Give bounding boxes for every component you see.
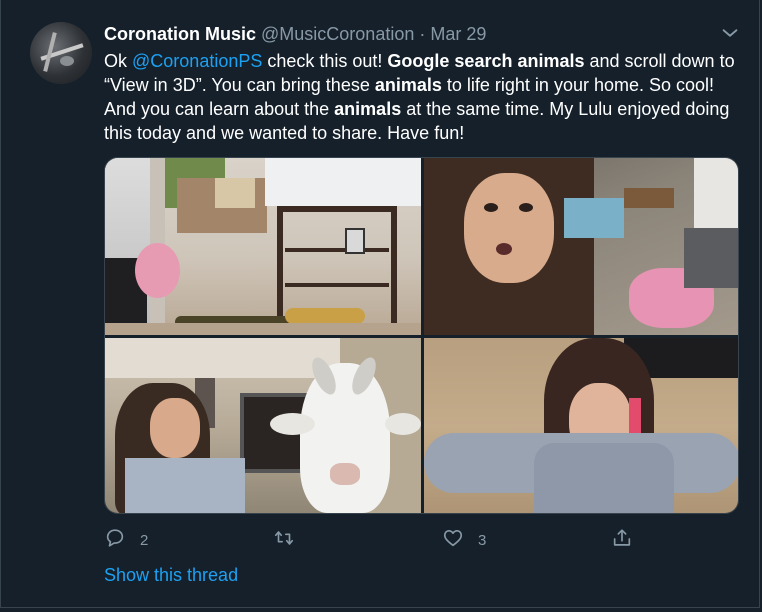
media-photo-4[interactable] <box>424 338 738 513</box>
reply-button[interactable]: 2 <box>104 525 148 555</box>
action-bar: 2 3 <box>1 525 761 555</box>
media-photo-3[interactable] <box>105 338 421 513</box>
photo-table <box>624 188 674 208</box>
photo-table <box>215 178 255 208</box>
author-name[interactable]: Coronation Music <box>104 24 256 44</box>
photo-cage <box>265 158 421 206</box>
retweet-button[interactable] <box>273 525 309 555</box>
photo-face <box>150 398 200 458</box>
photo-mouth <box>496 243 512 255</box>
photo-shirt <box>534 443 674 513</box>
retweet-icon <box>273 527 295 553</box>
bold-text: animals <box>374 75 442 95</box>
photo-goat-ear <box>385 413 421 435</box>
photo-eye <box>484 203 498 212</box>
photo-snake-body <box>285 308 365 324</box>
media-photo-1[interactable] <box>105 158 421 335</box>
photo-shelf-board <box>285 283 389 287</box>
text-part: Ok <box>104 51 133 71</box>
text-part: check this out! <box>262 51 388 71</box>
media-photo-2[interactable] <box>424 158 738 335</box>
like-icon <box>442 527 464 553</box>
like-button[interactable]: 3 <box>442 525 486 555</box>
tweet-header: Coronation Music @MusicCoronation · Mar … <box>104 23 486 45</box>
bold-text: animals <box>334 99 402 119</box>
show-thread-link[interactable]: Show this thread <box>104 565 238 586</box>
avatar-drum <box>60 56 74 66</box>
tweet-date[interactable]: Mar 29 <box>430 24 486 44</box>
like-count: 3 <box>478 531 487 549</box>
bold-text: Google search animals <box>387 51 585 71</box>
author-handle[interactable]: @MusicCoronation <box>261 24 414 44</box>
photo-eye <box>519 203 533 212</box>
photo-goat-nose <box>330 463 360 485</box>
reply-icon <box>104 527 126 553</box>
photo-beanbag <box>135 243 180 298</box>
photo-frame <box>345 228 365 254</box>
media-grid <box>104 157 739 514</box>
tweet-text: Ok @CoronationPS check this out! Google … <box>104 49 744 145</box>
photo-face <box>464 173 554 283</box>
photo-goat <box>300 363 390 513</box>
photo-goat-ear <box>270 413 315 435</box>
avatar[interactable] <box>30 22 92 84</box>
photo-clothes <box>564 198 624 238</box>
photo-floor <box>105 323 421 335</box>
share-button[interactable] <box>611 525 647 555</box>
reply-count: 2 <box>140 531 149 549</box>
mention-link[interactable]: @CoronationPS <box>132 51 262 71</box>
chevron-down-icon[interactable] <box>719 22 741 44</box>
photo-chair <box>684 228 738 288</box>
photo-shirt <box>125 458 245 513</box>
tweet-card[interactable]: Coronation Music @MusicCoronation · Mar … <box>0 0 760 608</box>
share-icon <box>611 527 633 553</box>
photo-shelf-board <box>285 248 389 252</box>
header-separator: · <box>419 24 426 44</box>
photo-window <box>694 158 738 238</box>
